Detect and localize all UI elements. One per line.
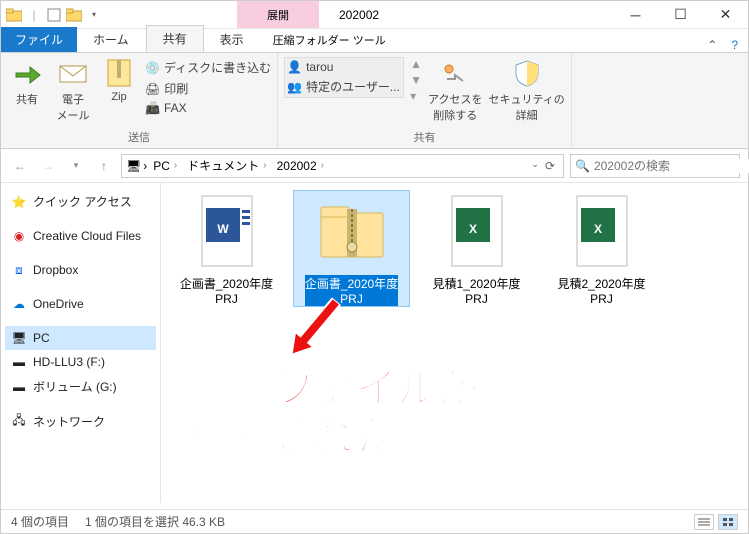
network-icon: 🖧 <box>11 414 27 430</box>
svg-text:X: X <box>593 222 601 236</box>
email-button[interactable]: 電子 メール <box>53 57 93 123</box>
file-item-excel1[interactable]: X 見積1_2020年度 PRJ <box>419 191 534 306</box>
printer-icon: 🖨 <box>145 82 160 96</box>
file-item-excel2[interactable]: X 見積2_2020年度 PRJ <box>544 191 659 306</box>
security-details-button[interactable]: セキュリティの 詳細 <box>488 57 564 123</box>
drive-icon: ▬ <box>11 379 27 395</box>
nav-volume[interactable]: ▬ボリューム (G:) <box>5 374 156 399</box>
folder-icon <box>5 6 23 24</box>
excel-doc-icon: X <box>437 191 517 271</box>
shield-icon <box>511 57 543 89</box>
search-box[interactable]: 🔍 <box>570 154 740 178</box>
zip-folder-icon <box>312 191 392 271</box>
up-button[interactable]: ↑ <box>93 155 115 177</box>
help-icon[interactable]: ? <box>731 38 738 52</box>
crumb-pc: PC› <box>149 159 181 173</box>
maximize-button[interactable]: ☐ <box>658 1 703 28</box>
print-button[interactable]: 🖨印刷 <box>145 80 271 97</box>
address-bar: ← → ▾ ↑ 🖥› PC› ドキュメント› 202002› ⌄ ⟳ 🔍 <box>1 149 748 183</box>
nav-pc[interactable]: 🖥PC <box>5 326 156 350</box>
history-dropdown-icon[interactable]: ⌄ <box>531 159 539 173</box>
annotation-text: 圧縮ファイルが 保存された <box>191 365 478 462</box>
cloud-icon: ☁ <box>11 296 27 312</box>
nav-onedrive[interactable]: ☁OneDrive <box>5 292 156 316</box>
close-button[interactable]: ✕ <box>703 1 748 28</box>
details-view-button[interactable] <box>694 514 714 530</box>
nav-creative-cloud[interactable]: ◉Creative Cloud Files <box>5 224 156 248</box>
user-icon: 👤 <box>287 60 302 74</box>
svg-text:W: W <box>217 222 229 236</box>
zip-icon <box>103 57 135 89</box>
file-name: 見積1_2020年度 PRJ <box>432 275 520 306</box>
fax-button[interactable]: 📠FAX <box>145 101 271 115</box>
tab-home[interactable]: ホーム <box>77 27 146 52</box>
nav-network[interactable]: 🖧ネットワーク <box>5 409 156 434</box>
pc-icon: 🖥 <box>126 159 141 173</box>
checkbox-icon[interactable] <box>45 6 63 24</box>
title-bar: | ▾ 展開 202002 ─ ☐ ✕ <box>1 1 748 29</box>
pc-icon: 🖥 <box>11 330 27 346</box>
zip-button[interactable]: Zip <box>99 57 139 103</box>
window-controls: ─ ☐ ✕ <box>613 1 748 28</box>
drive-icon: ▬ <box>11 354 27 370</box>
svg-text:X: X <box>468 222 476 236</box>
crumb-folder: 202002› <box>273 159 328 173</box>
word-doc-icon: W <box>187 191 267 271</box>
nav-hdd[interactable]: ▬HD-LLU3 (F:) <box>5 350 156 374</box>
scroll-down-icon[interactable]: ▼ <box>410 73 422 87</box>
ribbon-tabs: ファイル ホーム 共有 表示 圧縮フォルダー ツール ⌃ ? <box>1 29 748 53</box>
collapse-ribbon-icon[interactable]: ⌃ <box>707 38 717 52</box>
ribbon: 共有 電子 メール Zip 💿ディスクに書き込む 🖨印刷 📠FAX 送信 👤ta… <box>1 53 748 149</box>
remove-access-icon <box>439 57 471 89</box>
share-specific-users[interactable]: 👥特定のユーザー... <box>287 78 401 95</box>
file-name: 企画書_2020年度 PRJ <box>180 275 273 306</box>
recent-dropdown[interactable]: ▾ <box>65 155 87 177</box>
scroll-more-icon[interactable]: ▾ <box>410 89 422 103</box>
mail-icon <box>57 57 89 89</box>
selected-info: 1 個の項目を選択 46.3 KB <box>85 513 225 530</box>
back-button[interactable]: ← <box>9 155 31 177</box>
status-bar: 4 個の項目 1 個の項目を選択 46.3 KB <box>1 509 748 533</box>
users-icon: 👥 <box>287 80 302 94</box>
cc-icon: ◉ <box>11 228 27 244</box>
nav-quick-access[interactable]: ⭐クイック アクセス <box>5 189 156 214</box>
minimize-button[interactable]: ─ <box>613 1 658 28</box>
window-title: 202002 <box>319 1 399 28</box>
tab-view[interactable]: 表示 <box>204 27 261 52</box>
disc-icon: 💿 <box>145 61 160 75</box>
search-icon: 🔍 <box>575 159 590 173</box>
folder-open-icon[interactable] <box>65 6 83 24</box>
fax-icon: 📠 <box>145 101 160 115</box>
share-user-tarou[interactable]: 👤tarou <box>287 60 401 74</box>
quick-access-toolbar: | ▾ <box>1 1 107 28</box>
tab-file[interactable]: ファイル <box>1 27 77 52</box>
divider: | <box>25 6 43 24</box>
excel-doc-icon: X <box>562 191 642 271</box>
context-title: 展開 <box>237 1 319 28</box>
file-name: 見積2_2020年度 PRJ <box>557 275 645 306</box>
group-label-send: 送信 <box>1 127 277 149</box>
tab-context[interactable]: 圧縮フォルダー ツール <box>261 28 398 52</box>
remove-access-button[interactable]: アクセスを 削除する <box>428 57 482 123</box>
nav-dropbox[interactable]: ⧈Dropbox <box>5 258 156 282</box>
file-item-zip[interactable]: 企画書_2020年度 PRJ <box>294 191 409 306</box>
share-icon <box>11 57 43 89</box>
file-item-word[interactable]: W 企画書_2020年度 PRJ <box>169 191 284 306</box>
refresh-icon[interactable]: ⟳ <box>545 159 555 173</box>
group-label-share: 共有 <box>278 127 571 149</box>
item-count: 4 個の項目 <box>11 513 69 530</box>
breadcrumb[interactable]: 🖥› PC› ドキュメント› 202002› ⌄ ⟳ <box>121 154 564 178</box>
burn-disc-button[interactable]: 💿ディスクに書き込む <box>145 59 271 76</box>
tab-share[interactable]: 共有 <box>146 25 204 52</box>
forward-button[interactable]: → <box>37 155 59 177</box>
search-input[interactable] <box>594 159 749 173</box>
star-icon: ⭐ <box>11 194 27 210</box>
navigation-pane[interactable]: ⭐クイック アクセス ◉Creative Cloud Files ⧈Dropbo… <box>1 183 161 503</box>
icons-view-button[interactable] <box>718 514 738 530</box>
crumb-docs: ドキュメント› <box>183 157 270 174</box>
share-button[interactable]: 共有 <box>7 57 47 107</box>
scroll-up-icon[interactable]: ▲ <box>410 57 422 71</box>
qat-dropdown-icon[interactable]: ▾ <box>85 6 103 24</box>
dropbox-icon: ⧈ <box>11 262 27 278</box>
